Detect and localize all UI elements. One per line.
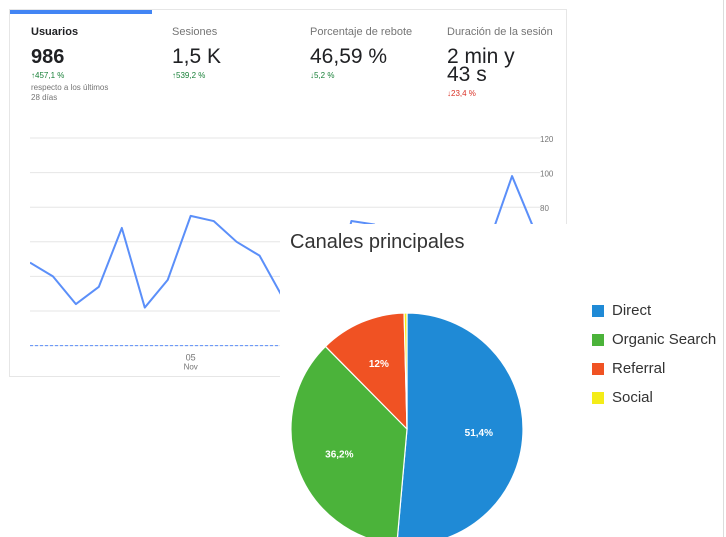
- metric-session-duration-value-line-2: 43 s: [447, 63, 487, 86]
- right-edge-divider: [723, 0, 724, 537]
- y-axis-tick-label: 100: [540, 170, 554, 179]
- pie-slice-percentage-label: 36,2%: [325, 449, 353, 460]
- legend-label-referral: Referral: [612, 360, 666, 377]
- metric-users-comparison-note: respecto a los últimos 28 días: [31, 83, 109, 102]
- metric-session-duration-label: Duración de la sesión: [447, 26, 553, 38]
- metric-sessions[interactable]: Sesiones 1,5 K ↑539,2 %: [172, 26, 282, 146]
- metric-bounce-rate-label: Porcentaje de rebote: [310, 26, 413, 38]
- metric-users-label: Usuarios: [31, 26, 79, 38]
- legend-label-organic-search: Organic Search: [612, 331, 717, 348]
- metric-session-duration[interactable]: Duración de la sesión 2 min y 43 s ↓23,4…: [447, 26, 566, 146]
- legend-label-direct: Direct: [612, 302, 652, 319]
- legend-item-social: Social: [592, 383, 726, 412]
- legend-item-referral: Referral: [592, 354, 726, 383]
- metric-bounce-rate-value: 46,59 %: [310, 45, 388, 68]
- pie-slice-direct[interactable]: [396, 312, 524, 537]
- legend-label-social: Social: [612, 389, 653, 406]
- metric-users-value: 986: [31, 46, 65, 68]
- legend-swatch-social: [592, 391, 604, 404]
- metric-sessions-change: ↑539,2 %: [172, 71, 206, 80]
- metric-users[interactable]: Usuarios 986 ↑457,1 % respecto a los últ…: [31, 26, 141, 146]
- metric-bounce-rate-change: ↓5,2 %: [310, 71, 335, 80]
- analytics-screenshot: Usuarios 986 ↑457,1 % respecto a los últ…: [0, 0, 726, 537]
- legend-swatch-direct: [592, 304, 604, 317]
- pie-slice-percentage-label: 51,4%: [465, 428, 493, 439]
- legend-swatch-organic-search: [592, 333, 604, 346]
- y-axis-tick-label: 80: [540, 204, 549, 213]
- pie-chart-title: Canales principales: [290, 231, 465, 253]
- metric-bounce-rate[interactable]: Porcentaje de rebote 46,59 % ↓5,2 %: [310, 26, 440, 146]
- metric-session-duration-change: ↓23,4 %: [447, 89, 476, 98]
- metric-users-change: ↑457,1 %: [31, 71, 65, 80]
- metric-sessions-value: 1,5 K: [172, 45, 222, 68]
- legend-item-direct: Direct: [592, 296, 726, 325]
- top-channels-panel: 51,4% 36,2% 12% Canales principales Direct…: [280, 224, 726, 537]
- pie-slice-percentage-label: 12%: [369, 359, 389, 370]
- x-axis-month-label: Nov: [184, 363, 198, 372]
- pie-chart-legend: Direct Organic Search Referral Social: [592, 296, 726, 412]
- metric-session-duration-value: 2 min y 43 s: [447, 46, 566, 86]
- metric-sessions-label: Sesiones: [172, 26, 218, 38]
- legend-item-organic-search: Organic Search: [592, 325, 726, 354]
- legend-swatch-referral: [592, 362, 604, 375]
- y-axis-tick-label: 120: [540, 135, 554, 144]
- x-axis-day-label: 05: [186, 353, 196, 363]
- active-tab-indicator: [10, 10, 152, 14]
